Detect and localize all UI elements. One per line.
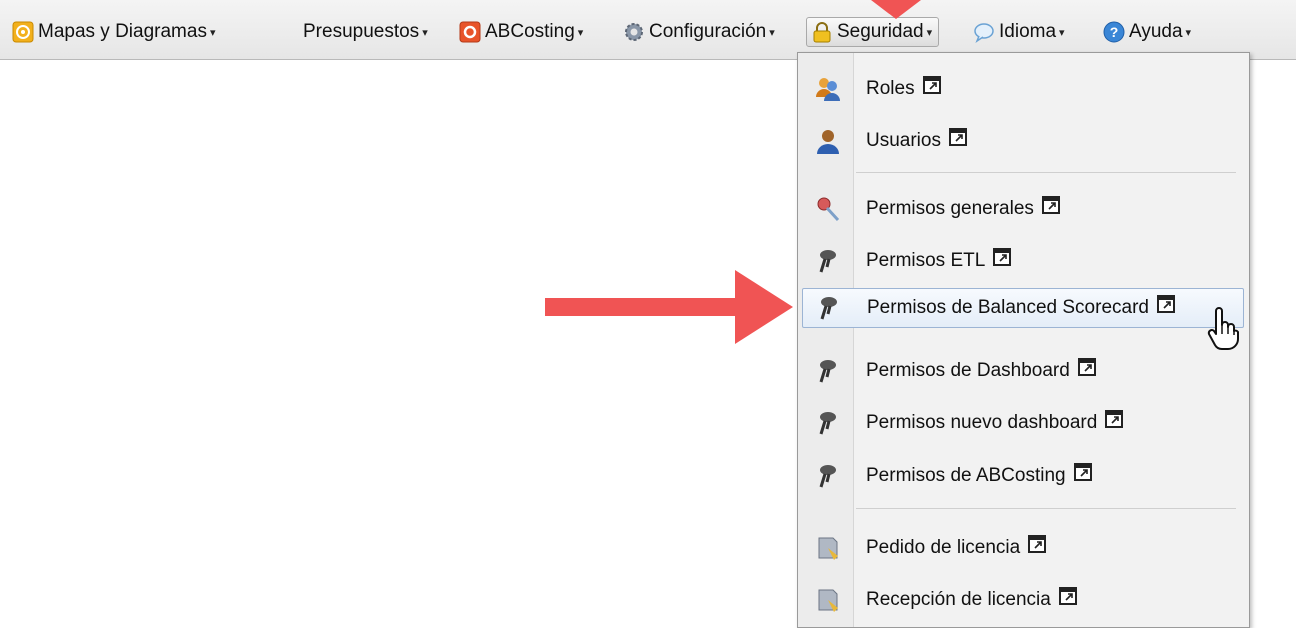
menu-presupuestos[interactable]: Presupuestos ▾ [303,17,428,47]
chevron-down-icon: ▾ [577,26,584,39]
annotation-arrow-down [871,0,921,19]
menu-item-label: Pedido de licencia [866,537,1021,558]
menu-idioma-label: Idioma [999,21,1057,42]
menu-item-label: Permisos nuevo dashboard [866,412,1098,433]
key-icon [820,297,837,320]
help-icon: ? [1103,21,1125,43]
seguridad-dropdown-menu: Roles Usuarios Permisos generales Permis [797,52,1250,628]
key-icon [819,250,836,273]
svg-text:?: ? [1110,24,1119,40]
menu-mapas-label: Mapas y Diagramas [38,21,207,42]
key-icon [819,465,836,488]
menu-presupuestos-label: Presupuestos [303,21,420,42]
lock-icon [813,22,831,43]
menu-item-permisos-nuevo-dashboard[interactable]: Permisos nuevo dashboard [802,403,1244,443]
menu-separator [856,172,1236,173]
menu-ayuda-label: Ayuda [1129,21,1183,42]
external-window-icon [993,248,1012,266]
external-window-icon [1041,196,1060,214]
external-window-icon [1073,463,1092,481]
menu-configuracion[interactable]: Configuración ▾ [623,17,775,47]
menu-configuracion-label: Configuración [649,21,767,42]
menu-item-label: Usuarios [866,130,941,151]
user-icon [817,130,839,154]
key-icon [819,412,836,435]
menu-mapas-y-diagramas[interactable]: Mapas y Diagramas ▾ [12,17,215,47]
menu-item-permisos-balanced-scorecard[interactable]: Permisos de Balanced Scorecard [802,288,1244,328]
speech-bubble-icon [974,23,994,43]
external-window-icon [1105,410,1124,428]
chevron-down-icon: ▾ [769,26,775,39]
menu-item-recepcion-licencia[interactable]: Recepción de licencia [802,580,1244,620]
menu-item-label: Permisos de ABCosting [866,465,1066,486]
menu-item-pedido-licencia[interactable]: Pedido de licencia [802,528,1244,568]
menu-idioma[interactable]: Idioma ▾ [973,17,1065,47]
menu-seguridad[interactable]: Seguridad ▾ [806,17,940,47]
menu-item-label: Permisos ETL [866,250,986,271]
menu-separator [856,508,1236,509]
menu-item-usuarios[interactable]: Usuarios [802,121,1244,161]
external-window-icon [1077,358,1096,376]
menu-item-permisos-generales[interactable]: Permisos generales [802,189,1244,229]
menu-seguridad-label: Seguridad [837,21,924,42]
menu-ayuda[interactable]: ? Ayuda ▾ [1103,17,1191,47]
chevron-down-icon: ▾ [926,26,933,39]
menu-item-permisos-etl[interactable]: Permisos ETL [802,241,1244,281]
menu-abcosting[interactable]: ABCosting ▾ [459,17,583,47]
menu-item-label: Recepción de licencia [866,589,1051,610]
external-window-icon [948,128,967,146]
abcosting-icon [459,21,481,43]
key-icon [817,197,840,222]
license-icon [818,589,838,612]
menu-item-label: Permisos de Balanced Scorecard [867,297,1149,318]
annotation-arrow-right [545,270,793,344]
menu-bar: Mapas y Diagramas ▾ Presupuestos ▾ ABCos… [0,0,1296,60]
hand-cursor-icon [1207,307,1239,351]
external-window-icon [1058,587,1077,605]
external-window-icon [1028,535,1047,553]
menu-item-permisos-dashboard[interactable]: Permisos de Dashboard [802,351,1244,391]
maps-icon [12,21,34,43]
external-window-icon [922,76,941,94]
roles-icon [816,78,840,101]
menu-item-roles[interactable]: Roles [802,69,1244,109]
menu-item-permisos-abcosting[interactable]: Permisos de ABCosting [802,456,1244,496]
menu-abcosting-label: ABCosting [485,21,575,42]
chevron-down-icon: ▾ [209,26,216,39]
chevron-down-icon: ▾ [1185,26,1192,39]
menu-item-label: Permisos de Dashboard [866,360,1070,381]
external-window-icon [1156,295,1175,313]
license-icon [818,537,838,560]
chevron-down-icon: ▾ [1059,26,1065,39]
gear-icon [625,23,643,41]
menu-item-label: Permisos generales [866,198,1034,219]
chevron-down-icon: ▾ [422,26,428,39]
key-icon [819,360,836,383]
menu-item-label: Roles [866,78,915,99]
